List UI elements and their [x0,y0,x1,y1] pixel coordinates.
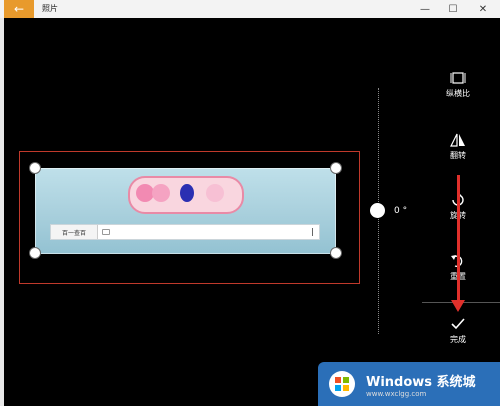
annotation-arrow-shaft [457,175,460,303]
close-button[interactable]: ✕ [470,0,496,18]
annotation-arrow-head [451,300,465,312]
crop-handle-bottom-left[interactable] [29,247,41,259]
checkmark-icon [440,316,476,332]
crop-handle-bottom-right[interactable] [330,247,342,259]
tool-done[interactable]: 完成 [440,316,476,345]
camera-icon [102,229,110,235]
crop-handle-top-right[interactable] [330,162,342,174]
watermark-url: www.wxclgg.com [366,389,427,398]
straighten-slider-knob[interactable] [370,203,385,218]
windows-logo-icon [329,371,355,397]
rotation-angle-value: 0 ° [394,206,408,216]
back-arrow-icon: ← [13,2,25,16]
title-bar: ← 照片 — ☐ ✕ [0,0,500,18]
app-title: 照片 [42,4,58,13]
tool-flip[interactable]: 翻转 [440,132,476,161]
back-button[interactable]: ← [4,0,34,18]
maximize-button[interactable]: ☐ [440,0,466,18]
watermark-title: Windows 系统城 [366,374,476,390]
aspect-ratio-icon [440,70,476,86]
search-cursor [312,228,313,236]
crop-handle-top-left[interactable] [29,162,41,174]
tool-aspect-ratio[interactable]: 纵横比 [440,70,476,99]
baidu-doodle-image [128,176,244,214]
photo-search-bar: 百一查百 [50,224,320,240]
photo-crop-area[interactable]: 百一查百 [35,168,336,254]
site-watermark: Windows 系统城 www.wxclgg.com [318,362,500,406]
photo-search-button: 百一查百 [51,225,98,239]
flip-icon [440,132,476,148]
minimize-button[interactable]: — [412,0,438,18]
